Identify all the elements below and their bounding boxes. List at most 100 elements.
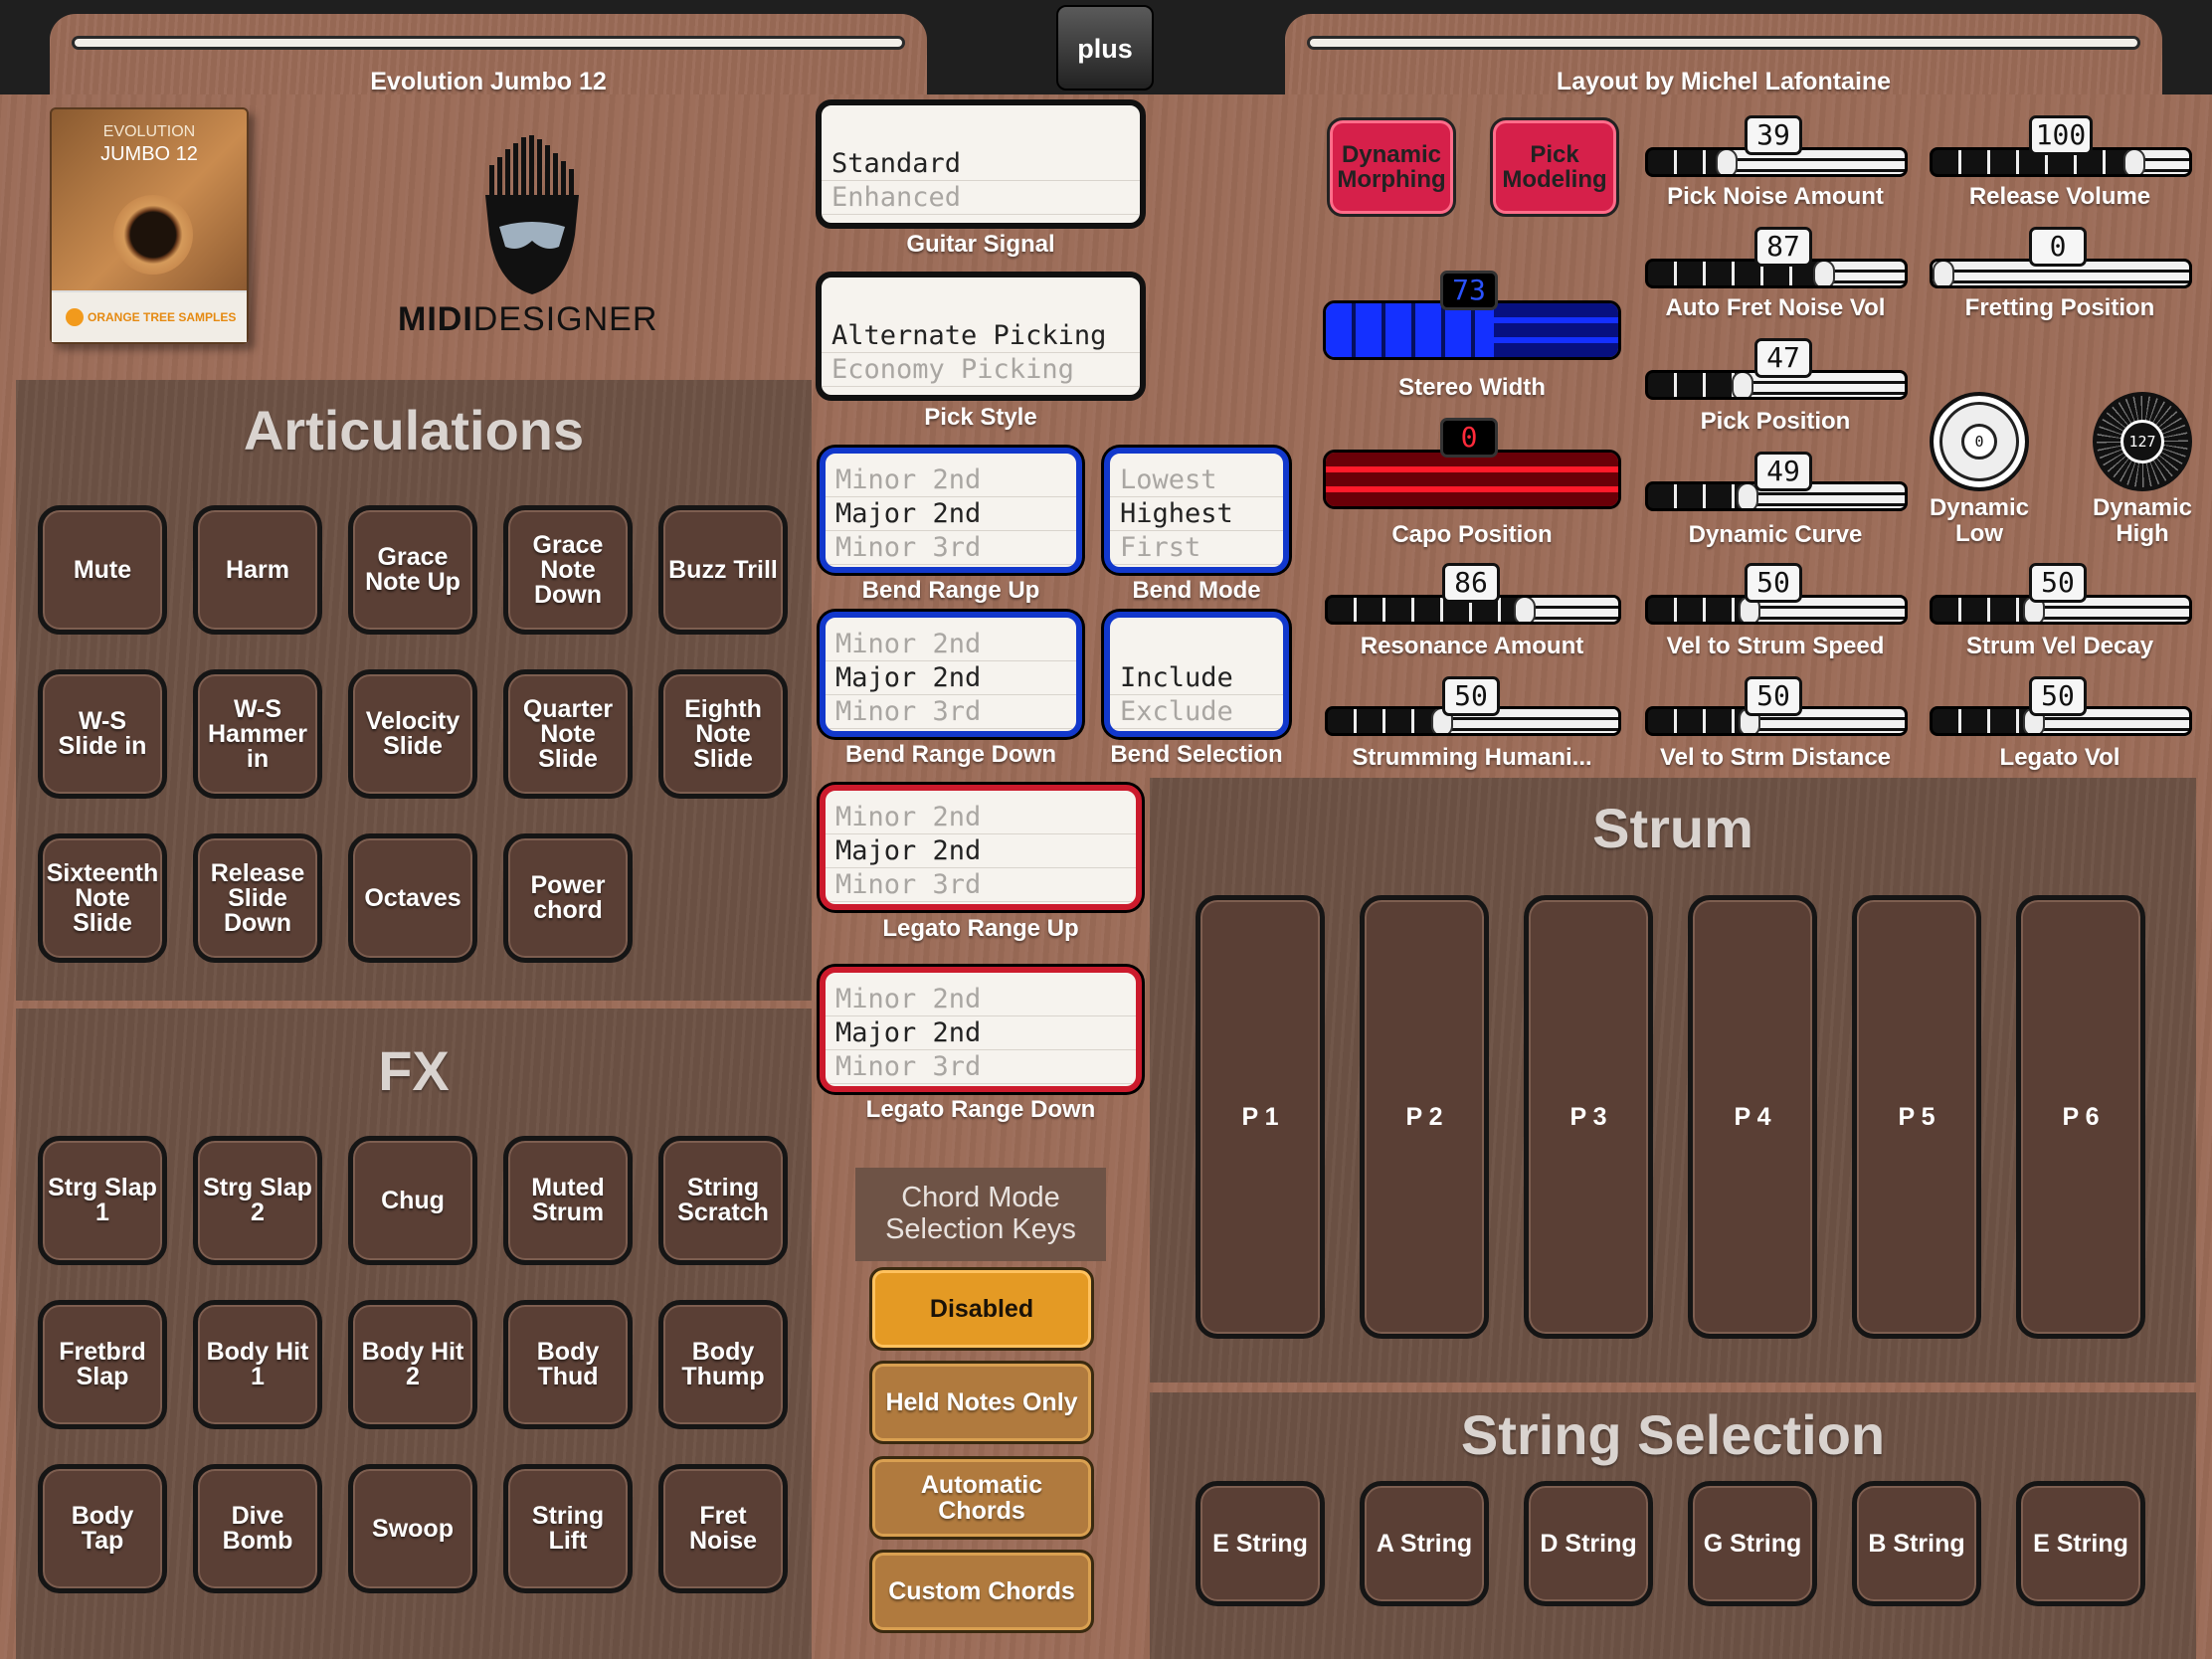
right-header-slider[interactable]: [1307, 36, 2140, 50]
pad-eighth-note-slide[interactable]: Eighth Note Slide: [658, 669, 788, 799]
chord-mode-custom-button[interactable]: Custom Chords: [869, 1550, 1094, 1633]
strum-vel-decay-label: Strum Vel Decay: [1965, 633, 2154, 659]
string-button-d[interactable]: D String: [1524, 1481, 1653, 1606]
pad-mute[interactable]: Mute: [38, 505, 167, 635]
string-button-b[interactable]: B String: [1852, 1481, 1981, 1606]
bend-selection-selected[interactable]: Include: [1110, 661, 1283, 695]
bend-mode-list[interactable]: Lowest Highest First: [1104, 448, 1289, 573]
pad-ws-slide-in[interactable]: W-S Slide in: [38, 669, 167, 799]
bend-range-down-selected[interactable]: Major 2nd: [826, 661, 1076, 695]
chord-mode-automatic-button[interactable]: Automatic Chords: [869, 1456, 1094, 1540]
bend-range-down-list[interactable]: Minor 2nd Major 2nd Minor 3rd: [820, 612, 1082, 737]
pick-noise-amount-value: 39: [1745, 115, 1802, 155]
pad-grace-note-up[interactable]: Grace Note Up: [348, 505, 477, 635]
bend-range-down-next[interactable]: Minor 3rd: [826, 695, 1076, 729]
pad-swoop[interactable]: Swoop: [348, 1464, 477, 1593]
bend-mode-prev[interactable]: Lowest: [1110, 463, 1283, 497]
strum-pad-p1[interactable]: P 1: [1196, 895, 1325, 1339]
dynamic-morphing-toggle[interactable]: Dynamic Morphing: [1327, 117, 1456, 217]
guitar-signal-label: Guitar Signal: [906, 231, 1055, 258]
articulations-title: Articulations: [243, 399, 585, 461]
pad-quarter-note-slide[interactable]: Quarter Note Slide: [503, 669, 633, 799]
guitar-signal-option[interactable]: Enhanced: [822, 181, 1140, 215]
legato-range-down-selected[interactable]: Major 2nd: [826, 1016, 1136, 1050]
pick-style-list[interactable]: Alternate Picking Economy Picking: [816, 272, 1146, 401]
pad-fretbrd-slap[interactable]: Fretbrd Slap: [38, 1300, 167, 1429]
left-header-slider[interactable]: [72, 36, 905, 50]
capo-position-slider[interactable]: [1323, 450, 1621, 509]
pad-string-lift[interactable]: String Lift: [503, 1464, 633, 1593]
pad-body-tap[interactable]: Body Tap: [38, 1464, 167, 1593]
pad-dive-bomb[interactable]: Dive Bomb: [193, 1464, 322, 1593]
pad-fret-noise[interactable]: Fret Noise: [658, 1464, 788, 1593]
pad-power-chord[interactable]: Power chord: [503, 833, 633, 963]
legato-vol-label: Legato Vol: [1999, 744, 2120, 771]
bend-range-down-prev[interactable]: Minor 2nd: [826, 628, 1076, 661]
pad-buzz-trill[interactable]: Buzz Trill: [658, 505, 788, 635]
bend-range-down-label: Bend Range Down: [844, 741, 1056, 768]
pad-octaves[interactable]: Octaves: [348, 833, 477, 963]
chord-mode-title-line2: Selection Keys: [885, 1213, 1076, 1245]
pad-body-thump[interactable]: Body Thump: [658, 1300, 788, 1429]
bend-range-up-next[interactable]: Minor 3rd: [826, 531, 1076, 565]
strum-pad-p3[interactable]: P 3: [1524, 895, 1653, 1339]
bend-selection-list[interactable]: Include Exclude: [1104, 612, 1289, 737]
mididesigner-wordmark: MIDIDESIGNER: [398, 300, 676, 339]
chord-mode-held-notes-button[interactable]: Held Notes Only: [869, 1361, 1094, 1444]
pad-muted-strum[interactable]: Muted Strum: [503, 1136, 633, 1265]
product-box-line1: EVOLUTION: [102, 123, 196, 140]
legato-range-down-list[interactable]: Minor 2nd Major 2nd Minor 3rd: [820, 967, 1142, 1092]
pad-body-thud[interactable]: Body Thud: [503, 1300, 633, 1429]
string-button-e-low[interactable]: E String: [1196, 1481, 1325, 1606]
legato-range-down-prev[interactable]: Minor 2nd: [826, 983, 1136, 1016]
pad-grace-note-down[interactable]: Grace Note Down: [503, 505, 633, 635]
legato-range-up-selected[interactable]: Major 2nd: [826, 834, 1136, 868]
pick-noise-amount-label: Pick Noise Amount: [1667, 183, 1884, 210]
pick-style-option[interactable]: Economy Picking: [822, 353, 1140, 387]
instrument-title: Evolution Jumbo 12: [370, 68, 607, 95]
string-button-e-high[interactable]: E String: [2016, 1481, 2145, 1606]
strum-vel-decay-value: 50: [2029, 563, 2087, 603]
dynamic-high-knob[interactable]: 127: [2093, 392, 2192, 491]
dynamic-low-label: Dynamic Low: [1929, 494, 2030, 547]
bend-range-up-prev[interactable]: Minor 2nd: [826, 463, 1076, 497]
pad-string-scratch[interactable]: String Scratch: [658, 1136, 788, 1265]
pad-velocity-slide[interactable]: Velocity Slide: [348, 669, 477, 799]
legato-range-up-next[interactable]: Minor 3rd: [826, 868, 1136, 902]
pad-release-slide-down[interactable]: Release Slide Down: [193, 833, 322, 963]
pad-ws-hammer-in[interactable]: W-S Hammer in: [193, 669, 322, 799]
guitar-signal-list[interactable]: Standard Enhanced: [816, 99, 1146, 229]
pad-sixteenth-note-slide[interactable]: Sixteenth Note Slide: [38, 833, 167, 963]
pad-body-hit-2[interactable]: Body Hit 2: [348, 1300, 477, 1429]
string-button-a[interactable]: A String: [1360, 1481, 1489, 1606]
pad-harm[interactable]: Harm: [193, 505, 322, 635]
bend-range-up-label: Bend Range Up: [861, 577, 1040, 604]
pad-strg-slap-1[interactable]: Strg Slap 1: [38, 1136, 167, 1265]
pad-chug[interactable]: Chug: [348, 1136, 477, 1265]
plus-button[interactable]: plus: [1056, 5, 1154, 91]
pad-strg-slap-2[interactable]: Strg Slap 2: [193, 1136, 322, 1265]
guitar-signal-selected[interactable]: Standard: [822, 147, 1140, 181]
articulations-panel: Articulations Mute Harm Grace Note Up Gr…: [16, 380, 812, 1001]
strum-pad-p2[interactable]: P 2: [1360, 895, 1489, 1339]
legato-range-down-next[interactable]: Minor 3rd: [826, 1050, 1136, 1084]
guitar-soundhole-icon: [113, 195, 193, 275]
capo-position-label: Capo Position: [1391, 521, 1553, 548]
bend-mode-selected[interactable]: Highest: [1110, 497, 1283, 531]
strum-pad-p4[interactable]: P 4: [1688, 895, 1817, 1339]
legato-range-up-list[interactable]: Minor 2nd Major 2nd Minor 3rd: [820, 785, 1142, 910]
pad-body-hit-1[interactable]: Body Hit 1: [193, 1300, 322, 1429]
chord-mode-disabled-button[interactable]: Disabled: [869, 1267, 1094, 1351]
pick-style-selected[interactable]: Alternate Picking: [822, 319, 1140, 353]
strum-pad-p5[interactable]: P 5: [1852, 895, 1981, 1339]
bend-range-up-selected[interactable]: Major 2nd: [826, 497, 1076, 531]
bend-range-up-list[interactable]: Minor 2nd Major 2nd Minor 3rd: [820, 448, 1082, 573]
strum-pad-p6[interactable]: P 6: [2016, 895, 2145, 1339]
dynamic-low-knob[interactable]: 0: [1930, 392, 2029, 491]
bend-selection-option[interactable]: Exclude: [1110, 695, 1283, 729]
string-button-g[interactable]: G String: [1688, 1481, 1817, 1606]
pick-modeling-toggle[interactable]: Pick Modeling: [1490, 117, 1619, 217]
legato-range-up-prev[interactable]: Minor 2nd: [826, 801, 1136, 834]
bend-mode-next[interactable]: First: [1110, 531, 1283, 565]
capo-position-value: 0: [1440, 418, 1498, 458]
